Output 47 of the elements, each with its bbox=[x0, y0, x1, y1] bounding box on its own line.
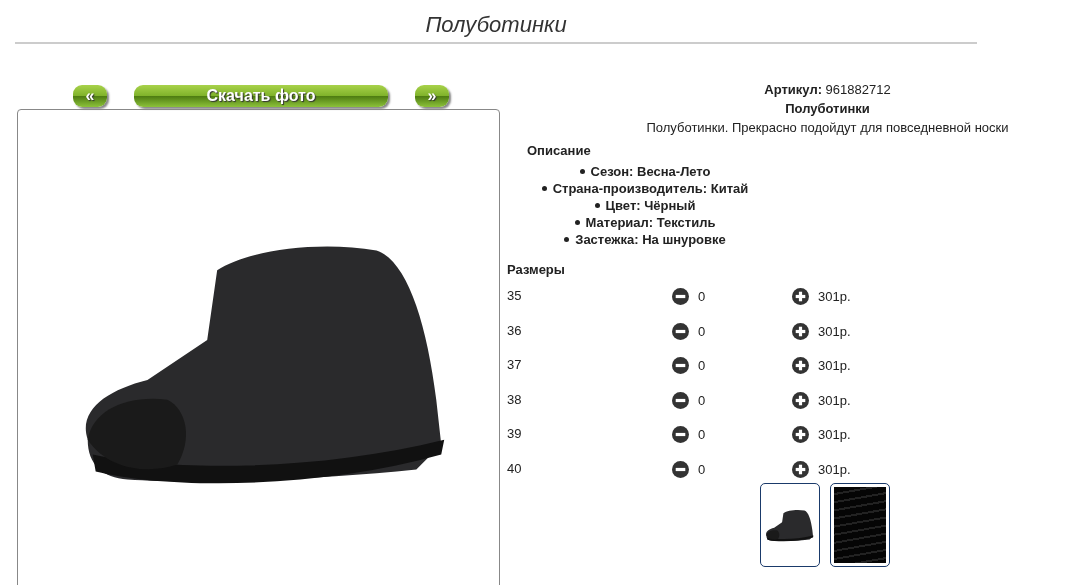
quantity: 0 bbox=[698, 323, 706, 339]
description-item: Сезон: Весна-Лето bbox=[579, 163, 711, 180]
price: 301р. bbox=[818, 323, 851, 339]
laces-thumbnail[interactable] bbox=[830, 482, 890, 567]
plus-icon[interactable] bbox=[792, 426, 809, 444]
previous-button[interactable]: « bbox=[73, 85, 107, 107]
size-label: 37 bbox=[507, 357, 523, 373]
minus-icon[interactable] bbox=[672, 391, 689, 409]
product-summary: Полуботинки. Прекрасно подойдут для повседневной носки bbox=[646, 120, 1009, 135]
price: 301р. bbox=[818, 427, 851, 443]
quantity: 0 bbox=[698, 427, 706, 443]
plus-icon[interactable] bbox=[792, 288, 809, 305]
price: 301р. bbox=[818, 289, 851, 304]
next-button[interactable]: » bbox=[415, 85, 449, 107]
plus-icon[interactable] bbox=[792, 322, 809, 340]
plus-icon[interactable] bbox=[792, 357, 809, 375]
description-item: Застежка: На шнуровке bbox=[564, 231, 726, 248]
minus-icon[interactable] bbox=[672, 322, 689, 340]
plus-icon[interactable] bbox=[792, 460, 809, 478]
plus-icon[interactable] bbox=[792, 391, 809, 409]
sizes-heading: Размеры bbox=[507, 262, 566, 277]
size-label: 39 bbox=[507, 426, 523, 442]
minus-icon[interactable] bbox=[672, 426, 689, 444]
quantity: 0 bbox=[698, 358, 706, 374]
description-item: Материал: Текстиль bbox=[574, 214, 716, 231]
description-item: Цвет: Чёрный bbox=[594, 197, 696, 214]
size-label: 38 bbox=[507, 391, 523, 407]
shoe-drawing bbox=[766, 509, 814, 541]
size-label: 36 bbox=[507, 322, 523, 338]
size-label: 40 bbox=[507, 460, 523, 476]
price: 301р. bbox=[818, 358, 851, 374]
price: 301р. bbox=[818, 392, 851, 408]
minus-icon[interactable] bbox=[672, 357, 689, 375]
download-photo-button[interactable]: Скачать фото bbox=[134, 85, 388, 107]
page-title: Полуботинки bbox=[15, 12, 977, 44]
minus-icon[interactable] bbox=[672, 460, 689, 478]
price: 301р. bbox=[818, 461, 851, 477]
description-item: Страна-производитель: Китай bbox=[541, 180, 749, 197]
article-number: Артикул: 961882712 bbox=[764, 82, 891, 97]
shoe-thumbnail[interactable] bbox=[760, 482, 820, 567]
product-name: Полуботинки bbox=[785, 101, 870, 116]
quantity: 0 bbox=[698, 461, 706, 477]
quantity: 0 bbox=[698, 289, 706, 304]
quantity: 0 bbox=[698, 392, 706, 408]
minus-icon[interactable] bbox=[672, 288, 689, 305]
size-label: 35 bbox=[507, 288, 523, 303]
description-heading: Описание bbox=[527, 143, 592, 158]
